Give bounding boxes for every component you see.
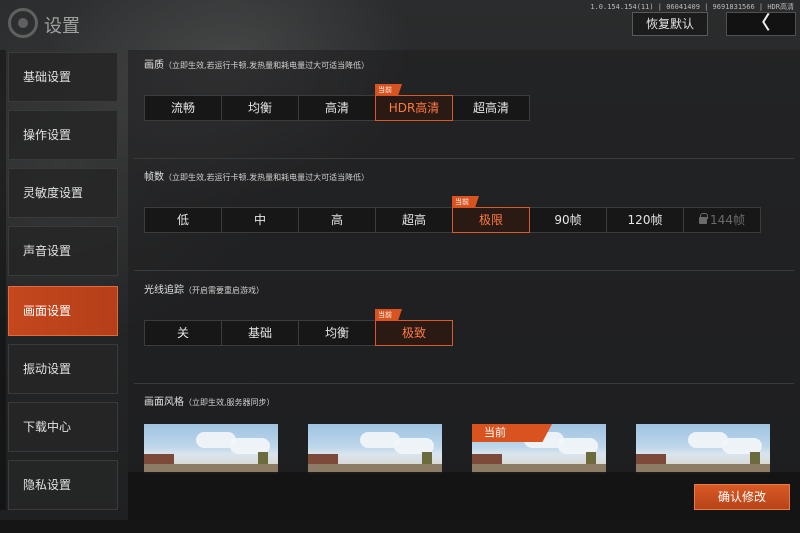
quality-option-balanced[interactable]: 均衡 <box>221 95 299 121</box>
fps-option-ultra[interactable]: 超高 <box>375 207 453 233</box>
fps-option-high[interactable]: 高 <box>298 207 376 233</box>
fps-option-extreme[interactable]: 当前 极限 <box>452 196 530 233</box>
fps-option-90[interactable]: 90帧 <box>529 207 607 233</box>
section-title-quality: 画质（立即生效,若运行卡顿.发热量和耗电量过大可适当降低） <box>144 56 369 71</box>
divider <box>134 158 794 159</box>
version-info: 1.0.154.154(11) | 06041409 | 9691831566 … <box>590 3 794 11</box>
top-bar: 设置 1.0.154.154(11) | 06041409 | 96918315… <box>0 0 800 50</box>
current-tag: 当前 <box>452 196 479 208</box>
sidebar-item-sensitivity[interactable]: 灵敏度设置 <box>8 168 118 218</box>
quality-note: （立即生效,若运行卡顿.发热量和耗电量过大可适当降低） <box>164 61 370 70</box>
quality-selector: 流畅 均衡 高清 当前 HDR高清 超高清 <box>144 84 530 121</box>
sidebar-item-controls[interactable]: 操作设置 <box>8 110 118 160</box>
fps-option-120[interactable]: 120帧 <box>606 207 684 233</box>
current-tag: 当前 <box>472 424 552 442</box>
style-note: （立即生效,服务器同步） <box>184 398 275 407</box>
quality-option-hd[interactable]: 高清 <box>298 95 376 121</box>
fps-option-low[interactable]: 低 <box>144 207 222 233</box>
page-title: 设置 <box>44 16 80 37</box>
gear-icon <box>8 8 38 38</box>
current-tag: 当前 <box>375 309 402 321</box>
section-title-fps: 帧数（立即生效,若运行卡顿.发热量和耗电量过大可适当降低） <box>144 168 369 183</box>
raytracing-option-max[interactable]: 当前 极致 <box>375 309 453 346</box>
fps-title: 帧数 <box>144 172 164 183</box>
lock-icon <box>699 213 709 224</box>
style-thumbnail-3[interactable]: 当前 <box>472 424 606 474</box>
raytracing-note: （开启需要重启游戏） <box>184 286 264 295</box>
section-title-style: 画面风格（立即生效,服务器同步） <box>144 393 275 408</box>
back-button[interactable]: 〈 <box>726 12 796 36</box>
sidebar-item-vibration[interactable]: 振动设置 <box>8 344 118 394</box>
style-thumbnail-2[interactable] <box>308 424 442 474</box>
restore-default-button[interactable]: 恢复默认 <box>632 12 708 36</box>
raytracing-option-max-label: 极致 <box>401 326 426 340</box>
style-title: 画面风格 <box>144 397 184 408</box>
fps-selector: 低 中 高 超高 当前 极限 90帧 120帧 144帧 <box>144 196 761 233</box>
fps-option-medium[interactable]: 中 <box>221 207 299 233</box>
quality-option-ultra[interactable]: 超高清 <box>452 95 530 121</box>
fps-note: （立即生效,若运行卡顿.发热量和耗电量过大可适当降低） <box>164 173 370 182</box>
fps-option-extreme-label: 极限 <box>478 213 503 227</box>
chevron-left-icon: 〈 <box>752 13 770 34</box>
sidebar: 基础设置 操作设置 灵敏度设置 声音设置 画面设置 振动设置 下载中心 隐私设置 <box>0 48 128 518</box>
quality-option-smooth[interactable]: 流畅 <box>144 95 222 121</box>
raytracing-option-basic[interactable]: 基础 <box>221 320 299 346</box>
section-title-raytracing: 光线追踪（开启需要重启游戏） <box>144 281 264 296</box>
fps-option-144-label: 144帧 <box>710 213 745 227</box>
raytracing-selector: 关 基础 均衡 当前 极致 <box>144 309 453 346</box>
quality-title: 画质 <box>144 60 164 71</box>
confirm-changes-button[interactable]: 确认修改 <box>694 484 790 510</box>
sidebar-item-basic[interactable]: 基础设置 <box>8 52 118 102</box>
sidebar-item-privacy[interactable]: 隐私设置 <box>8 460 118 510</box>
current-tag: 当前 <box>375 84 402 96</box>
divider <box>134 270 794 271</box>
divider <box>134 383 794 384</box>
style-thumbnail-4[interactable] <box>636 424 770 474</box>
fps-option-144: 144帧 <box>683 207 761 233</box>
style-thumbnail-1[interactable] <box>144 424 278 474</box>
raytracing-title: 光线追踪 <box>144 285 184 296</box>
footer-strip <box>0 520 800 533</box>
raytracing-option-off[interactable]: 关 <box>144 320 222 346</box>
raytracing-option-balanced[interactable]: 均衡 <box>298 320 376 346</box>
quality-option-hdr-label: HDR高清 <box>388 101 440 115</box>
sidebar-item-graphics[interactable]: 画面设置 <box>8 286 118 336</box>
settings-panel: 画质（立即生效,若运行卡顿.发热量和耗电量过大可适当降低） 流畅 均衡 高清 当… <box>128 50 800 520</box>
sidebar-item-sound[interactable]: 声音设置 <box>8 226 118 276</box>
quality-option-hdr[interactable]: 当前 HDR高清 <box>375 84 453 121</box>
sidebar-item-downloads[interactable]: 下载中心 <box>8 402 118 452</box>
